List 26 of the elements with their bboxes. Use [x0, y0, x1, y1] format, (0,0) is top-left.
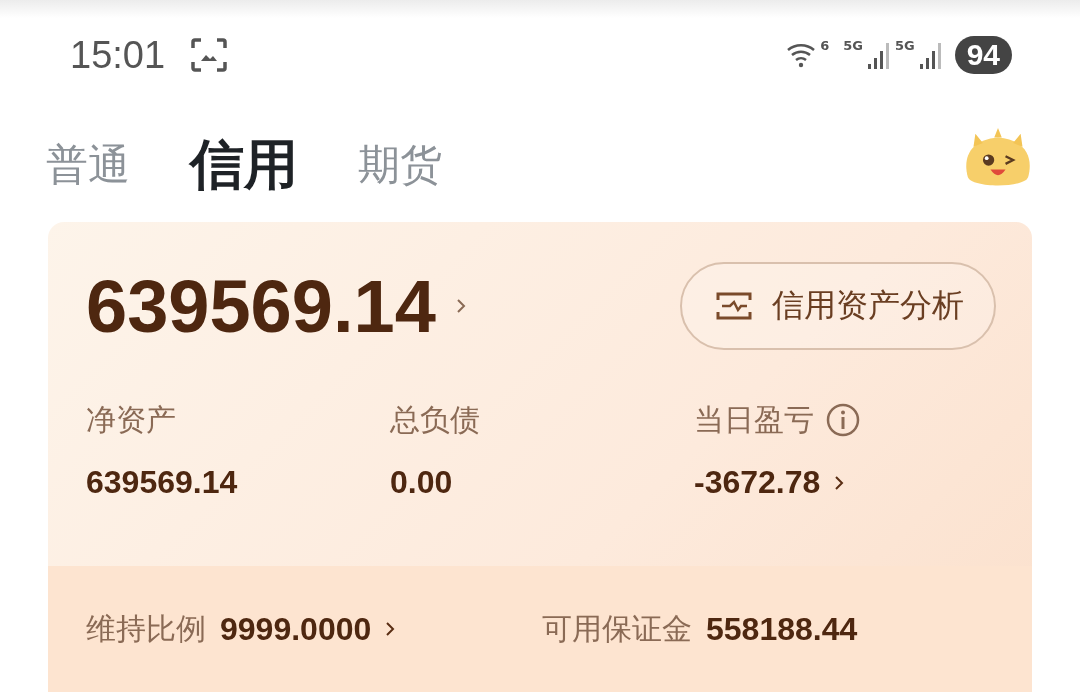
tab[interactable]: 信用 — [190, 128, 298, 202]
metric-label: 总负债 — [390, 400, 480, 439]
chevron-icon — [834, 474, 845, 491]
info-icon[interactable] — [826, 403, 860, 437]
asset-analysis-button[interactable]: 信用资产分析 — [680, 262, 996, 350]
footer-value[interactable]: 9999.0000 — [220, 610, 372, 648]
network-label: 5G — [894, 38, 915, 53]
status-time: 15:01 — [70, 33, 166, 77]
network-label: 5G — [843, 38, 863, 53]
screenshot-icon — [191, 38, 228, 72]
metric-label: 当日盈亏 — [694, 400, 814, 439]
chevron-icon — [385, 621, 396, 637]
total-assets-value[interactable]: 639569.14 — [86, 263, 436, 349]
chevron-icon — [455, 298, 466, 314]
metric-value: 639569.14 — [86, 464, 238, 501]
footer-label: 维持比例 — [86, 609, 206, 648]
wifi-label: 6 — [820, 38, 830, 53]
battery-level: 94 — [954, 36, 1012, 74]
footer-value: 558188.44 — [706, 610, 858, 648]
metric-label: 净资产 — [86, 400, 176, 439]
chart-icon — [716, 290, 752, 322]
signal-icon — [918, 40, 943, 70]
metric-value[interactable]: -3672.78 — [694, 464, 821, 501]
footer-label: 可用保证金 — [542, 609, 692, 648]
signal-icon — [866, 40, 891, 70]
metric-value: 0.00 — [390, 464, 453, 501]
